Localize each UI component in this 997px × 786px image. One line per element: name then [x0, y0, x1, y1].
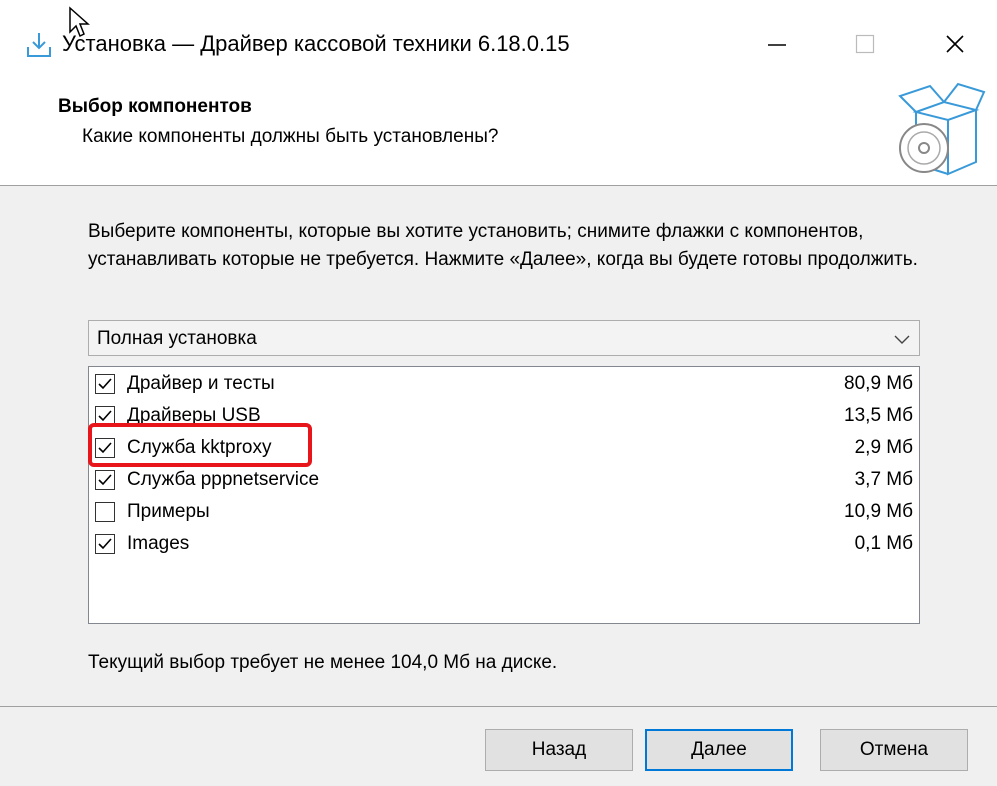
minimize-icon [768, 44, 786, 46]
minimize-button[interactable] [752, 24, 802, 64]
component-checkbox[interactable] [95, 534, 115, 554]
component-size: 80,9 Мб [844, 373, 913, 394]
list-item[interactable]: Драйвер и тесты 80,9 Мб [89, 369, 919, 401]
checkmark-icon [98, 378, 112, 390]
components-list[interactable]: Драйвер и тесты 80,9 Мб Драйверы USB 13,… [88, 366, 920, 624]
close-icon [946, 35, 964, 53]
download-icon [27, 33, 51, 57]
software-box-icon [898, 82, 986, 176]
checkmark-icon [98, 538, 112, 550]
title-bar: Установка — Драйвер кассовой техники 6.1… [0, 0, 997, 82]
disk-requirement-text: Текущий выбор требует не менее 104,0 Мб … [88, 652, 558, 673]
component-size: 10,9 Мб [844, 501, 913, 522]
wizard-header: Выбор компонентов Какие компоненты должн… [0, 82, 997, 185]
list-item[interactable]: Примеры 10,9 Мб [89, 497, 919, 529]
page-title: Выбор компонентов [58, 96, 252, 117]
install-type-dropdown[interactable]: Полная установка [88, 320, 920, 356]
install-type-value: Полная установка [97, 328, 257, 349]
component-size: 13,5 Мб [844, 405, 913, 426]
component-label: Примеры [127, 501, 210, 522]
component-label: Служба pppnetservice [127, 469, 320, 490]
wizard-body: Выберите компоненты, которые вы хотите у… [0, 186, 997, 706]
checkmark-icon [98, 442, 112, 454]
component-checkbox[interactable] [95, 406, 115, 426]
component-label: Драйвер и тесты [127, 373, 275, 394]
next-button[interactable]: Далее [645, 729, 793, 771]
component-checkbox[interactable] [95, 470, 115, 490]
component-size: 2,9 Мб [854, 437, 913, 458]
chevron-down-icon [894, 335, 910, 344]
list-item[interactable]: Служба kktproxy 2,9 Мб [89, 433, 919, 465]
back-button[interactable]: Назад [485, 729, 633, 771]
mouse-cursor-icon [69, 6, 90, 38]
instructions-text: Выберите компоненты, которые вы хотите у… [88, 221, 918, 270]
checkmark-icon [98, 410, 112, 422]
window-title: Установка — Драйвер кассовой техники 6.1… [62, 31, 570, 56]
maximize-button[interactable] [840, 24, 890, 64]
component-checkbox[interactable] [95, 438, 115, 458]
close-button[interactable] [930, 24, 980, 64]
list-item[interactable]: Драйверы USB 13,5 Мб [89, 401, 919, 433]
cancel-button[interactable]: Отмена [820, 729, 968, 771]
component-checkbox[interactable] [95, 502, 115, 522]
component-label: Драйверы USB [127, 405, 261, 426]
component-label: Служба kktproxy [127, 437, 272, 458]
list-item[interactable]: Images 0,1 Мб [89, 529, 919, 561]
wizard-footer: Назад Далее Отмена [0, 707, 997, 786]
component-label: Images [127, 533, 190, 554]
maximize-icon [855, 34, 875, 54]
page-subtitle: Какие компоненты должны быть установлены… [82, 126, 499, 147]
component-size: 0,1 Мб [854, 533, 913, 554]
checkmark-icon [98, 474, 112, 486]
list-item[interactable]: Служба pppnetservice 3,7 Мб [89, 465, 919, 497]
component-size: 3,7 Мб [854, 469, 913, 490]
component-checkbox[interactable] [95, 374, 115, 394]
